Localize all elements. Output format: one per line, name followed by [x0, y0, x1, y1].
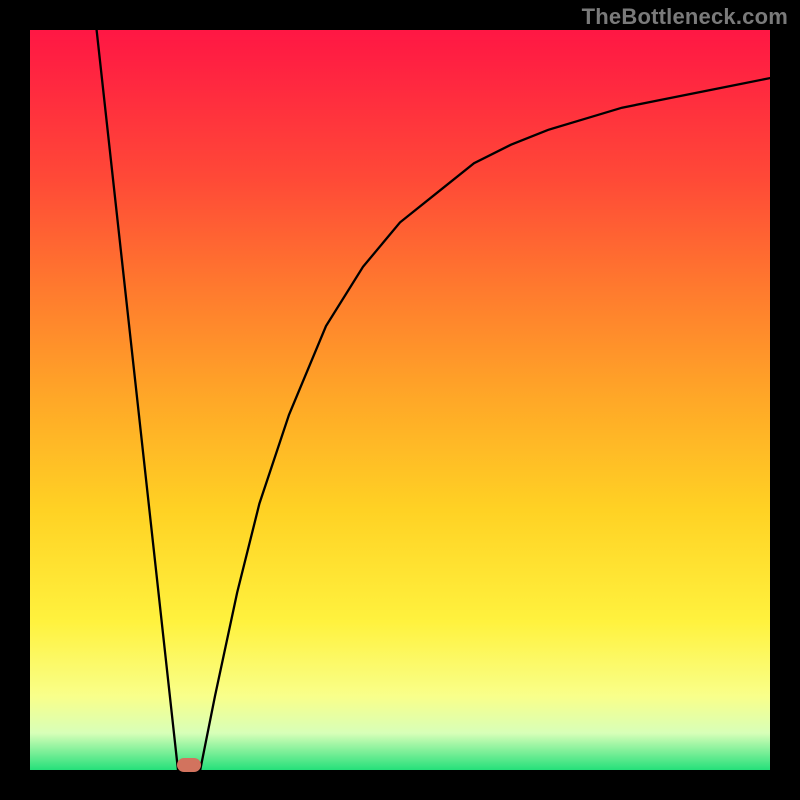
watermark-text: TheBottleneck.com	[582, 4, 788, 30]
curve-layer	[30, 30, 770, 770]
chart-frame: TheBottleneck.com	[0, 0, 800, 800]
valley-marker	[177, 758, 201, 772]
plot-area	[30, 30, 770, 770]
series-left-linear	[97, 30, 178, 770]
series-right-curve	[200, 78, 770, 770]
